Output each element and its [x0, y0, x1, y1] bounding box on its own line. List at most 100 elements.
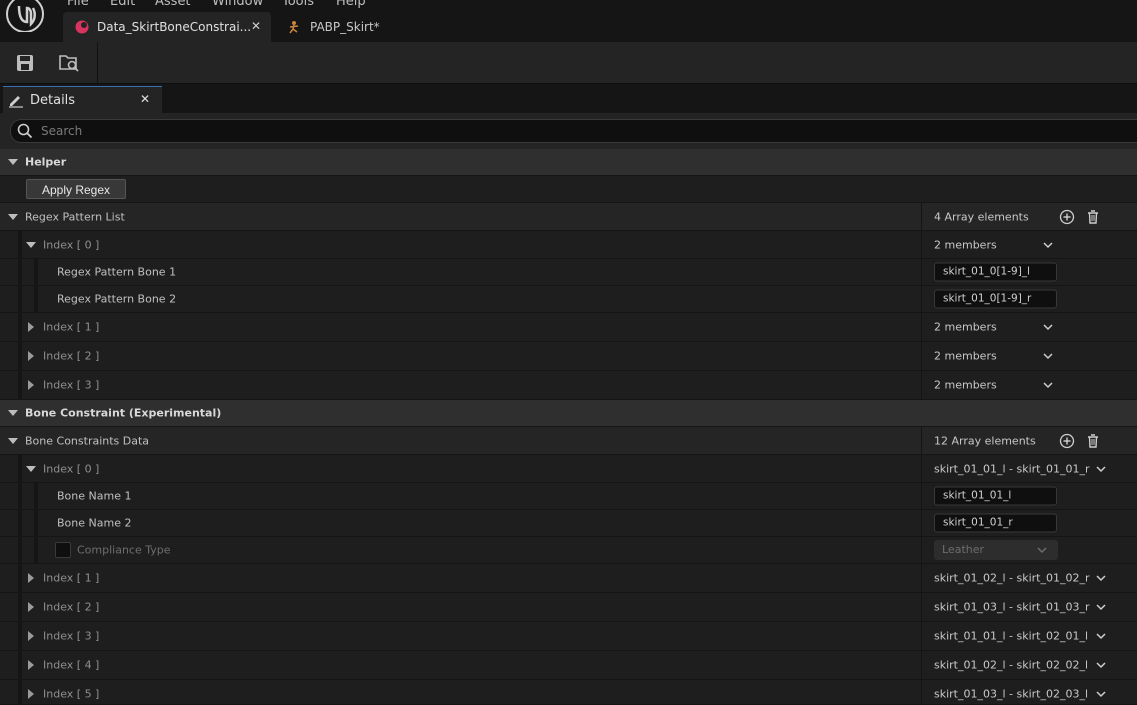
category-bone-constraint[interactable]: Bone Constraint (Experimental) [0, 400, 1137, 427]
element-summary: skirt_01_02_l - skirt_02_02_l [934, 658, 1089, 672]
add-element-icon[interactable] [1059, 433, 1075, 449]
index-label: Index [ 0 ] [43, 238, 100, 251]
expand-arrow-icon[interactable] [28, 351, 34, 361]
unreal-logo-icon[interactable] [5, 0, 45, 32]
index-label: Index [ 4 ] [43, 658, 100, 672]
bone-index-5-row[interactable]: Index [ 5 ] skirt_01_03_l - skirt_02_03_… [0, 680, 1137, 705]
collapse-arrow-icon[interactable] [8, 159, 18, 165]
menu-file[interactable]: File [67, 0, 89, 9]
bone-index-0-row[interactable]: Index [ 0 ] skirt_01_01_l - skirt_01_01_… [0, 455, 1137, 483]
tab-label: Data_SkirtBoneConstrai... [97, 20, 252, 34]
collapse-arrow-icon[interactable] [26, 241, 36, 248]
close-icon[interactable]: ✕ [251, 19, 261, 33]
helper-row: Apply Regex [0, 176, 1137, 203]
add-element-icon[interactable] [1059, 209, 1075, 225]
bone-index-1-row[interactable]: Index [ 1 ] skirt_01_02_l - skirt_01_02_… [0, 564, 1137, 593]
tab-data-asset[interactable]: Data_SkirtBoneConstrai... ✕ [63, 12, 271, 42]
menu-help[interactable]: Help [336, 0, 366, 9]
edit-pencil-icon [9, 96, 23, 108]
members-count: 2 members [934, 320, 997, 334]
element-summary: skirt_01_03_l - skirt_02_03_l [934, 687, 1089, 701]
chevron-down-icon[interactable] [1095, 659, 1107, 671]
browse-asset-button[interactable] [56, 50, 82, 76]
members-count: 2 members [934, 349, 997, 363]
compliance-type-dropdown[interactable]: Leather [934, 540, 1058, 560]
regex-pattern-bone1-input[interactable]: skirt_01_0[1-9]_l [934, 262, 1057, 282]
index-label: Index [ 2 ] [43, 600, 100, 614]
element-summary: skirt_01_03_l - skirt_01_03_r [934, 600, 1090, 614]
chevron-down-icon[interactable] [1095, 572, 1107, 584]
compliance-type-checkbox[interactable] [55, 542, 71, 558]
close-icon[interactable]: ✕ [140, 92, 150, 106]
regex-pattern-list-row[interactable]: Regex Pattern List 4 Array elements [0, 203, 1137, 231]
element-summary: skirt_01_02_l - skirt_01_02_r [934, 571, 1090, 585]
collapse-arrow-icon[interactable] [8, 437, 18, 444]
save-button[interactable] [12, 50, 38, 76]
regex-bone1-row: Regex Pattern Bone 1 skirt_01_0[1-9]_l [0, 259, 1137, 286]
regex-bone2-row: Regex Pattern Bone 2 skirt_01_0[1-9]_r [0, 286, 1137, 313]
members-count: 2 members [934, 238, 997, 251]
chevron-down-icon[interactable] [1095, 463, 1107, 475]
chevron-down-icon[interactable] [1095, 601, 1107, 613]
chevron-down-icon[interactable] [1042, 379, 1054, 391]
chevron-down-icon[interactable] [1095, 630, 1107, 642]
array-count: 12 Array elements [934, 434, 1036, 447]
menu-window[interactable]: Window [212, 0, 263, 9]
element-summary: skirt_01_01_l - skirt_02_01_l [934, 629, 1089, 643]
bone-index-4-row[interactable]: Index [ 4 ] skirt_01_02_l - skirt_02_02_… [0, 651, 1137, 680]
apply-regex-button[interactable]: Apply Regex [26, 179, 126, 199]
collapse-arrow-icon[interactable] [8, 410, 18, 416]
bone-name2-row: Bone Name 2 skirt_01_01_r [0, 510, 1137, 537]
search-box[interactable] [10, 119, 1137, 143]
bone-name1-input[interactable]: skirt_01_01_l [934, 486, 1057, 506]
chevron-down-icon[interactable] [1042, 321, 1054, 333]
property-label: Bone Constraints Data [25, 434, 150, 447]
trash-icon[interactable] [1085, 209, 1101, 225]
tab-label: PABP_Skirt* [310, 20, 380, 34]
chevron-down-icon[interactable] [1042, 239, 1054, 251]
menu-edit[interactable]: Edit [110, 0, 135, 9]
expand-arrow-icon[interactable] [28, 602, 34, 612]
expand-arrow-icon[interactable] [28, 660, 34, 670]
chevron-down-icon[interactable] [1042, 350, 1054, 362]
bone-constraints-data-row[interactable]: Bone Constraints Data 12 Array elements [0, 427, 1137, 455]
expand-arrow-icon[interactable] [28, 573, 34, 583]
tab-anim-blueprint[interactable]: PABP_Skirt* [276, 12, 416, 42]
folder-search-icon [59, 55, 79, 72]
compliance-type-row: Compliance Type Leather [0, 537, 1137, 564]
regex-index-3-row[interactable]: Index [ 3 ] 2 members [0, 371, 1137, 400]
expand-arrow-icon[interactable] [28, 322, 34, 332]
details-tab-label: Details [30, 92, 76, 108]
members-count: 2 members [934, 378, 997, 392]
collapse-arrow-icon[interactable] [26, 465, 36, 472]
bone-index-3-row[interactable]: Index [ 3 ] skirt_01_01_l - skirt_02_01_… [0, 622, 1137, 651]
toolbar-divider [97, 42, 98, 83]
bone-index-2-row[interactable]: Index [ 2 ] skirt_01_03_l - skirt_01_03_… [0, 593, 1137, 622]
save-icon [17, 55, 33, 71]
expand-arrow-icon[interactable] [28, 631, 34, 641]
menu-tools[interactable]: Tools [282, 0, 314, 9]
property-label: Bone Name 2 [57, 516, 132, 530]
index-label: Index [ 2 ] [43, 349, 100, 363]
data-asset-icon [75, 20, 89, 34]
property-label: Regex Pattern Bone 1 [57, 265, 177, 279]
menu-asset[interactable]: Asset [155, 0, 191, 9]
category-title: Helper [25, 155, 67, 169]
regex-index-2-row[interactable]: Index [ 2 ] 2 members [0, 342, 1137, 371]
chevron-down-icon [1037, 547, 1047, 554]
regex-index-0-row[interactable]: Index [ 0 ] 2 members [0, 231, 1137, 259]
expand-arrow-icon[interactable] [28, 689, 34, 699]
trash-icon[interactable] [1085, 433, 1101, 449]
index-label: Index [ 1 ] [43, 571, 100, 585]
collapse-arrow-icon[interactable] [8, 213, 18, 220]
anim-blueprint-icon [289, 21, 299, 34]
expand-arrow-icon[interactable] [28, 380, 34, 390]
regex-pattern-bone2-input[interactable]: skirt_01_0[1-9]_r [934, 289, 1057, 309]
dropdown-value: Leather [942, 543, 985, 556]
search-input[interactable] [39, 123, 1043, 139]
category-helper[interactable]: Helper [0, 149, 1137, 176]
regex-index-1-row[interactable]: Index [ 1 ] 2 members [0, 313, 1137, 342]
chevron-down-icon[interactable] [1095, 688, 1107, 700]
bone-name2-input[interactable]: skirt_01_01_r [934, 513, 1057, 533]
tab-details[interactable]: Details ✕ [3, 86, 162, 113]
